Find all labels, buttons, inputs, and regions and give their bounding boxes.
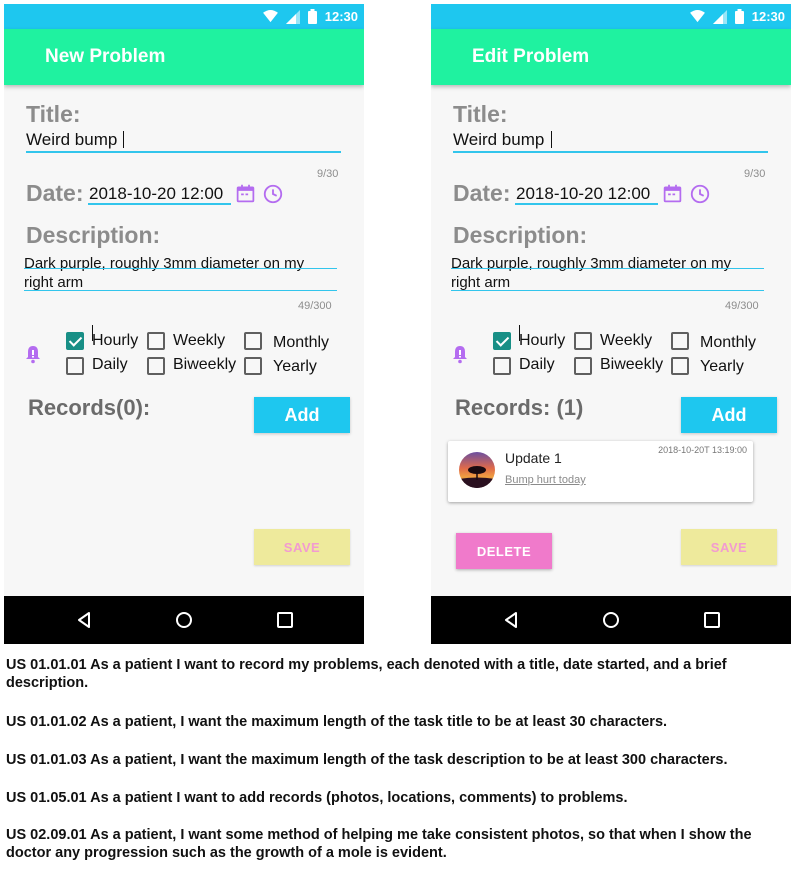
monthly-checkbox[interactable] xyxy=(244,332,262,350)
daily-checkbox[interactable] xyxy=(493,357,511,375)
monthly-label: Monthly xyxy=(700,334,757,351)
user-story: US 01.05.01 As a patient I want to add r… xyxy=(6,790,628,806)
description-input-line-2[interactable]: right arm xyxy=(24,274,83,291)
calendar-icon[interactable] xyxy=(662,183,683,204)
signal-icon xyxy=(285,9,300,24)
record-photo-thumbnail xyxy=(459,452,495,488)
date-input[interactable]: 2018-10-20 12:00 xyxy=(516,184,650,204)
app-title: Edit Problem xyxy=(472,46,590,67)
title-label: Title: xyxy=(26,101,81,127)
daily-checkbox[interactable] xyxy=(66,357,84,375)
biweekly-label: Biweekly xyxy=(173,356,237,373)
monthly-label: Monthly xyxy=(273,334,330,351)
monthly-checkbox[interactable] xyxy=(671,332,689,350)
biweekly-checkbox[interactable] xyxy=(574,357,592,375)
description-underline-2 xyxy=(451,290,764,291)
description-counter: 49/300 xyxy=(298,300,332,312)
app-bar: Edit Problem xyxy=(431,29,791,85)
title-input[interactable]: Weird bump xyxy=(26,130,117,150)
add-record-button[interactable]: Add xyxy=(254,397,350,433)
weekly-label: Weekly xyxy=(173,332,226,349)
save-button[interactable]: SAVE xyxy=(254,529,350,565)
signal-icon xyxy=(712,9,727,24)
status-bar: 12:30 xyxy=(431,4,791,29)
hourly-label: Hourly xyxy=(92,332,139,349)
recents-icon[interactable] xyxy=(700,608,724,632)
home-icon[interactable] xyxy=(599,608,623,632)
description-label: Description: xyxy=(26,222,161,248)
save-button[interactable]: SAVE xyxy=(681,529,777,565)
record-title: Update 1 xyxy=(505,450,562,466)
user-story: US 01.01.01 As a patient I want to recor… xyxy=(6,657,727,691)
back-icon[interactable] xyxy=(72,608,96,632)
battery-icon xyxy=(734,9,744,24)
title-label: Title: xyxy=(453,101,508,127)
records-label: Records: (1) xyxy=(455,395,584,420)
record-timestamp: 2018-10-20T 13:19:00 xyxy=(658,445,747,455)
weekly-label: Weekly xyxy=(600,332,653,349)
description-underline-2 xyxy=(24,290,337,291)
weekly-checkbox[interactable] xyxy=(147,332,165,350)
date-input[interactable]: 2018-10-20 12:00 xyxy=(89,184,223,204)
status-bar: 12:30 xyxy=(4,4,364,29)
records-label: Records(0): xyxy=(28,395,151,420)
weekly-checkbox[interactable] xyxy=(574,332,592,350)
title-underline xyxy=(26,151,341,153)
delete-button[interactable]: DELETE xyxy=(456,533,552,569)
user-story: US 02.09.01 As a patient, I want some me… xyxy=(6,827,752,861)
daily-label: Daily xyxy=(92,356,128,373)
clock-icon[interactable] xyxy=(262,183,284,205)
text-caret xyxy=(123,131,124,148)
yearly-label: Yearly xyxy=(273,358,317,375)
edit-problem-screen: 12:30 Edit Problem Title: Weird bump 9/3… xyxy=(431,4,791,644)
home-icon[interactable] xyxy=(172,608,196,632)
date-label: Date: xyxy=(453,180,511,206)
title-counter: 9/30 xyxy=(744,168,766,180)
hourly-label: Hourly xyxy=(519,332,566,349)
hourly-checkbox[interactable] xyxy=(66,332,84,350)
description-counter: 49/300 xyxy=(725,300,759,312)
user-story: US 01.01.02 As a patient, I want the max… xyxy=(6,714,668,730)
yearly-label: Yearly xyxy=(700,358,744,375)
description-input-line-1[interactable]: Dark purple, roughly 3mm diameter on my xyxy=(451,255,731,272)
title-input[interactable]: Weird bump xyxy=(453,130,544,150)
yearly-checkbox[interactable] xyxy=(244,357,262,375)
hourly-checkbox[interactable] xyxy=(493,332,511,350)
user-story: US 01.01.03 As a patient, I want the max… xyxy=(6,752,728,768)
date-underline xyxy=(88,203,231,205)
app-bar: New Problem xyxy=(4,29,364,85)
calendar-icon[interactable] xyxy=(235,183,256,204)
description-input-line-2[interactable]: right arm xyxy=(451,274,510,291)
record-card[interactable]: Update 1 Bump hurt today 2018-10-20T 13:… xyxy=(448,441,753,502)
bell-icon xyxy=(26,346,40,364)
status-time: 12:30 xyxy=(324,9,358,24)
status-time: 12:30 xyxy=(751,9,785,24)
description-underline-1 xyxy=(451,268,764,269)
wifi-icon xyxy=(689,10,705,23)
biweekly-checkbox[interactable] xyxy=(147,357,165,375)
new-problem-screen: 12:30 New Problem Title: Weird bump 9/30… xyxy=(4,4,364,644)
yearly-checkbox[interactable] xyxy=(671,357,689,375)
clock-icon[interactable] xyxy=(689,183,711,205)
app-title: New Problem xyxy=(45,46,166,67)
recents-icon[interactable] xyxy=(273,608,297,632)
description-underline-1 xyxy=(24,268,337,269)
description-input-line-1[interactable]: Dark purple, roughly 3mm diameter on my xyxy=(24,255,304,272)
navigation-bar xyxy=(4,596,364,644)
back-icon[interactable] xyxy=(499,608,523,632)
description-label: Description: xyxy=(453,222,588,248)
title-counter: 9/30 xyxy=(317,168,339,180)
add-record-button[interactable]: Add xyxy=(681,397,777,433)
battery-icon xyxy=(307,9,317,24)
date-underline xyxy=(515,203,658,205)
title-underline xyxy=(453,151,768,153)
text-caret xyxy=(551,131,552,148)
date-label: Date: xyxy=(26,180,84,206)
wifi-icon xyxy=(262,10,278,23)
record-comment-link[interactable]: Bump hurt today xyxy=(505,474,586,486)
navigation-bar xyxy=(431,596,791,644)
bell-icon xyxy=(453,346,467,364)
daily-label: Daily xyxy=(519,356,555,373)
biweekly-label: Biweekly xyxy=(600,356,664,373)
